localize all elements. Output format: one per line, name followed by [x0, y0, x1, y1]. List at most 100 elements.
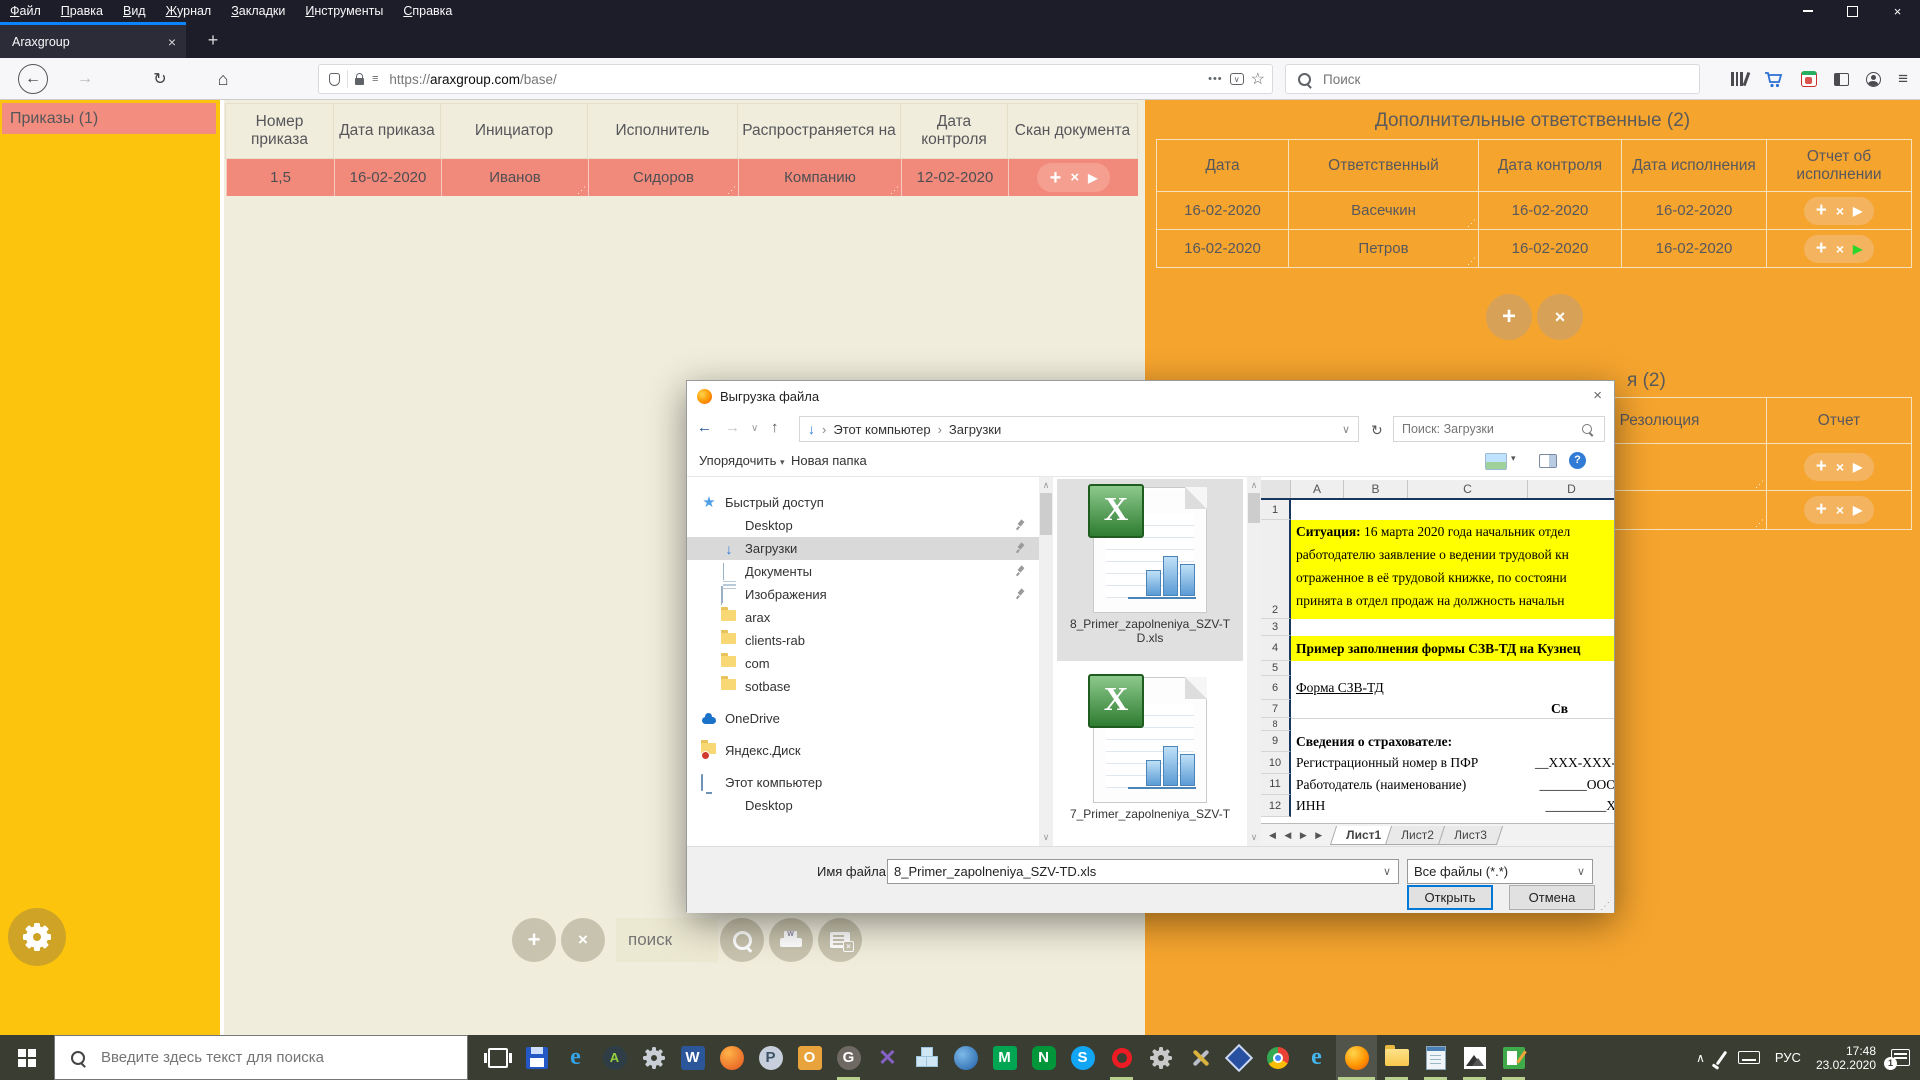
restore-button[interactable]: [1830, 0, 1875, 22]
file-explorer-icon[interactable]: [1383, 1035, 1410, 1080]
virtualbox-icon[interactable]: [1225, 1035, 1252, 1080]
url-bar[interactable]: ≡ https://araxgroup.com/base/ ••• ∨ ☆: [318, 64, 1273, 94]
resp-row1-control[interactable]: 16-02-2020: [1478, 191, 1622, 230]
taskbar-clock[interactable]: 17:48 23.02.2020: [1816, 1044, 1876, 1072]
delete-icon[interactable]: ×: [1836, 502, 1844, 518]
resize-grip[interactable]: ⋰: [1755, 518, 1764, 529]
resp-row2-name[interactable]: Петров⋰: [1288, 229, 1479, 268]
home-icon[interactable]: ⌂: [208, 64, 238, 94]
skype-icon[interactable]: S: [1069, 1035, 1096, 1080]
word-icon[interactable]: W: [679, 1035, 706, 1080]
account-icon[interactable]: [1866, 72, 1881, 87]
delete-icon[interactable]: ×: [1836, 203, 1844, 219]
add-responsible-button[interactable]: +: [1486, 294, 1532, 340]
nav-forward-icon[interactable]: →: [725, 419, 740, 436]
scroll-down-icon[interactable]: ∨: [1039, 832, 1053, 843]
library-icon[interactable]: [1731, 72, 1747, 86]
breadcrumb-dropdown-icon[interactable]: ∨: [1342, 423, 1358, 436]
resp-row2-date[interactable]: 16-02-2020: [1156, 229, 1289, 268]
lock-icon[interactable]: [355, 78, 364, 85]
delete-responsible-button[interactable]: ×: [1537, 294, 1583, 340]
delete-icon[interactable]: ×: [1070, 170, 1079, 185]
tray-expand-icon[interactable]: ∧: [1696, 1051, 1705, 1065]
sidebar-item-onedrive[interactable]: OneDrive: [687, 707, 1039, 730]
open-button[interactable]: Открыть: [1407, 885, 1493, 910]
cubes-app-icon[interactable]: [913, 1035, 940, 1080]
nav-back-icon[interactable]: ←: [697, 419, 712, 436]
fox-app-icon[interactable]: [718, 1035, 745, 1080]
visual-studio-icon[interactable]: ✕: [874, 1035, 901, 1080]
resp-row1-name[interactable]: Васечкин⋰: [1288, 191, 1479, 230]
menu-edit[interactable]: Правка: [51, 0, 113, 22]
open-icon-done[interactable]: ▶: [1853, 242, 1862, 256]
action-center-icon[interactable]: 1: [1891, 1049, 1910, 1066]
chrome-icon[interactable]: [1264, 1035, 1291, 1080]
add-order-button[interactable]: +: [512, 918, 556, 962]
nav-up-icon[interactable]: ↑: [771, 419, 779, 436]
resp-row2-done[interactable]: 16-02-2020: [1621, 229, 1767, 268]
menu-tools[interactable]: Инструменты: [295, 0, 393, 22]
browser-search-bar[interactable]: [1285, 64, 1700, 94]
file-item-selected[interactable]: X 8_Primer_zapolneniya_SZV-TD.xls: [1057, 479, 1243, 661]
resp-row1-done[interactable]: 16-02-2020: [1621, 191, 1767, 230]
admin-tools-icon[interactable]: [1186, 1035, 1213, 1080]
resize-grip[interactable]: ⋰: [577, 185, 586, 196]
android-studio-icon[interactable]: A: [601, 1035, 628, 1080]
open-icon[interactable]: ▶: [1088, 172, 1097, 184]
dropdown-icon[interactable]: ∨: [1376, 865, 1398, 878]
gimp-icon[interactable]: G: [835, 1035, 862, 1080]
sidebar-scrollbar[interactable]: ∧ ∨: [1039, 477, 1053, 846]
resize-grip[interactable]: ⋰: [890, 185, 899, 196]
language-indicator[interactable]: РУС: [1775, 1050, 1801, 1065]
reload-icon[interactable]: ↻: [145, 64, 175, 94]
export-excel-button[interactable]: ×: [818, 918, 862, 962]
sidebar-item-this-pc[interactable]: Этот компьютер: [687, 771, 1039, 794]
pocket-icon[interactable]: ∨: [1230, 73, 1244, 85]
onenote-green-icon[interactable]: [1500, 1035, 1527, 1080]
search-button[interactable]: [720, 918, 764, 962]
start-button[interactable]: [0, 1035, 54, 1080]
cart-icon[interactable]: [1764, 71, 1784, 88]
settings-gear-button[interactable]: [8, 908, 66, 966]
outlook-icon[interactable]: O: [796, 1035, 823, 1080]
delete-order-button[interactable]: ×: [561, 918, 605, 962]
scroll-up-icon[interactable]: ∧: [1247, 480, 1261, 491]
pen-tray-icon[interactable]: [1716, 1050, 1728, 1065]
open-icon[interactable]: ▶: [1853, 204, 1862, 218]
add-icon[interactable]: +: [1816, 200, 1827, 222]
menu-history[interactable]: Журнал: [156, 0, 222, 22]
sidebar-item-downloads[interactable]: ↓ Загрузки: [687, 537, 1039, 560]
photos-icon[interactable]: [1461, 1035, 1488, 1080]
scroll-down-icon[interactable]: ∨: [1247, 832, 1261, 843]
sidebar-item-com[interactable]: com: [687, 652, 1039, 675]
order-applies-cell[interactable]: Компанию⋰: [738, 159, 901, 196]
delete-icon[interactable]: ×: [1836, 459, 1844, 475]
sphere-browser-icon[interactable]: [952, 1035, 979, 1080]
filetype-combo[interactable]: Все файлы (*.*) ∨: [1407, 859, 1593, 884]
tab-close-icon[interactable]: ×: [158, 34, 186, 50]
floppy-app-icon[interactable]: [523, 1035, 550, 1080]
edge-icon[interactable]: e: [562, 1035, 589, 1080]
forward-icon[interactable]: →: [70, 64, 100, 94]
order-date-cell[interactable]: 16-02-2020: [334, 159, 441, 196]
tab-araxgroup[interactable]: Araxgroup ×: [0, 22, 186, 58]
nav-history-icon[interactable]: ∨: [751, 423, 758, 434]
scroll-up-icon[interactable]: ∧: [1039, 480, 1053, 491]
add-icon[interactable]: +: [1816, 238, 1827, 260]
order-number-cell[interactable]: 1,5: [226, 159, 334, 196]
preview-pane-icon[interactable]: [1539, 454, 1557, 468]
app-menu-icon[interactable]: ≡: [1898, 69, 1908, 89]
breadcrumb-bar[interactable]: ↓ › Этот компьютер › Загрузки ∨: [799, 416, 1359, 442]
tab-sheet3[interactable]: Лист3: [1438, 826, 1503, 845]
close-button[interactable]: ×: [1875, 0, 1920, 22]
dialog-title-bar[interactable]: Выгрузка файла ×: [687, 381, 1614, 411]
sidebar-item-clients-rab[interactable]: clients-rab: [687, 629, 1039, 652]
resize-grip[interactable]: ⋰: [727, 185, 736, 196]
internet-explorer-icon[interactable]: e: [1303, 1035, 1330, 1080]
page-actions-icon[interactable]: •••: [1208, 73, 1223, 85]
visual-studio-green-icon[interactable]: M: [991, 1035, 1018, 1080]
sidebar-item-arax[interactable]: arax: [687, 606, 1039, 629]
sidebar-toggle-icon[interactable]: [1834, 73, 1849, 86]
resp-row1-date[interactable]: 16-02-2020: [1156, 191, 1289, 230]
menu-bookmarks[interactable]: Закладки: [221, 0, 295, 22]
